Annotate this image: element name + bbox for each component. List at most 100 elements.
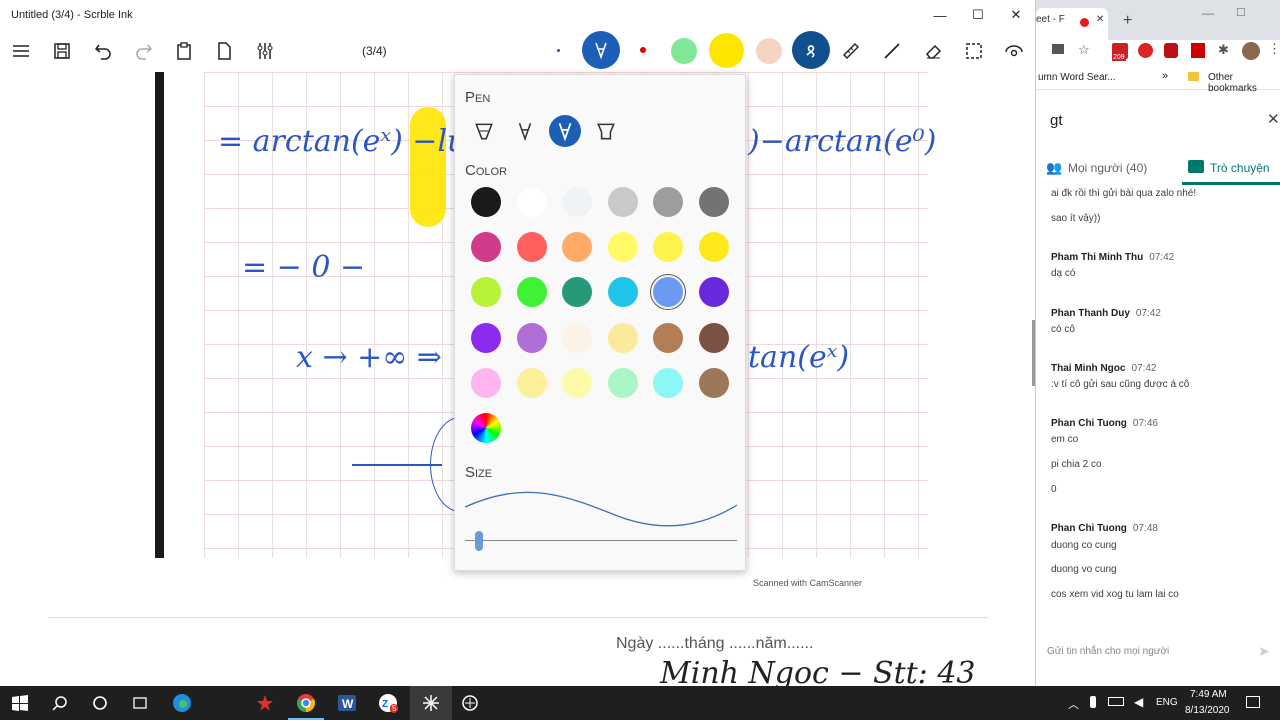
bookmarks-overflow-icon[interactable]: » [1162,70,1168,82]
color-swatch[interactable] [607,277,638,308]
camera-icon[interactable] [1052,44,1064,54]
color-swatch[interactable] [653,277,683,308]
bookmark-item[interactable]: umn Word Sear... [1038,72,1116,83]
color-swatch[interactable] [516,232,547,263]
profile-avatar[interactable] [1242,42,1260,60]
send-icon[interactable]: ➤ [1258,643,1270,660]
pen-tip-ballpoint-selected[interactable] [549,115,581,147]
language-indicator[interactable]: ENG [1156,697,1178,708]
tab-chat[interactable]: Trò chuyện [1210,161,1270,175]
color-swatch[interactable] [471,187,501,217]
color-swatch[interactable] [698,232,729,263]
custom-color-swatch[interactable] [471,413,501,443]
cortana-icon[interactable] [88,691,112,715]
new-tab-icon[interactable]: + [1123,12,1132,30]
color-swatch[interactable] [471,277,501,308]
selection-icon[interactable] [961,38,987,64]
battery-icon[interactable] [1108,697,1124,706]
meet-tab[interactable]: eet - F ✕ [1036,8,1108,40]
color-swatch[interactable] [562,322,592,353]
volume-icon[interactable]: ◀ [1134,695,1143,709]
scrollbar-thumb[interactable] [1032,320,1035,386]
media-app-icon[interactable] [458,691,482,715]
task-view-icon[interactable] [128,691,152,715]
ublock-icon[interactable] [1164,43,1178,58]
action-center-icon[interactable] [1246,696,1260,708]
eraser-icon[interactable] [920,38,946,64]
browser-minimize-button[interactable]: — [1202,6,1214,20]
undo-icon[interactable] [90,38,116,64]
color-swatch[interactable] [698,187,729,217]
line-tool-icon[interactable] [879,38,905,64]
pdf-extension-icon[interactable] [1191,43,1205,58]
save-icon[interactable] [49,38,75,64]
tab-close-icon[interactable]: ✕ [1096,14,1104,25]
color-swatch[interactable] [653,367,683,398]
pen-tip-calligraphy[interactable] [509,115,541,147]
browser-menu-icon[interactable]: ⋮ [1268,41,1280,57]
view-eye-icon[interactable] [1001,38,1027,64]
maximize-button[interactable]: ☐ [959,0,997,30]
pen-tip-fountain[interactable] [468,115,500,147]
size-slider-thumb[interactable] [474,531,483,551]
clock-time[interactable]: 7:49 AM [1190,689,1227,700]
color-swatch[interactable] [471,367,501,398]
other-bookmarks[interactable]: Other bookmarks [1208,72,1280,94]
color-swatch[interactable] [471,322,501,353]
stroke-preview [465,491,737,527]
edge-browser-icon[interactable] [170,691,194,715]
green-highlighter[interactable] [671,38,697,64]
color-swatch[interactable] [698,277,729,308]
chrome-icon[interactable] [294,691,318,715]
size-dot-small[interactable] [557,49,560,52]
clock-date[interactable]: 8/13/2020 [1185,705,1230,716]
color-swatch[interactable] [562,277,592,308]
panel-close-icon[interactable]: ✕ [1267,110,1280,128]
active-pen-button[interactable] [582,31,620,69]
word-icon[interactable]: W [335,691,359,715]
paste-icon[interactable] [171,38,197,64]
color-swatch[interactable] [471,232,501,263]
color-swatch[interactable] [698,322,729,353]
color-swatch[interactable] [653,187,683,217]
color-swatch[interactable] [653,232,683,263]
tab-people[interactable]: Mọi người (40) [1068,161,1147,175]
red-pen-dot[interactable] [640,47,646,53]
scribble-tool-button[interactable] [792,31,830,69]
color-swatch[interactable] [516,277,547,308]
color-swatch[interactable] [562,367,592,398]
color-swatch[interactable] [562,232,592,263]
hamburger-menu-icon[interactable] [8,38,34,64]
peach-highlighter[interactable] [756,38,782,64]
adblock-icon[interactable] [1138,43,1153,58]
color-swatch[interactable] [653,322,683,353]
color-swatch[interactable] [516,322,547,353]
tray-overflow-icon[interactable]: ︿ [1068,696,1079,712]
color-swatch[interactable] [698,367,729,398]
color-swatch[interactable] [607,367,638,398]
chat-input[interactable]: Gửi tin nhắn cho mọi người [1047,646,1169,657]
browser-maximize-button[interactable]: ☐ [1236,6,1246,19]
minimize-button[interactable]: — [921,0,959,30]
usb-device-icon[interactable] [1090,696,1096,708]
bookmark-star-icon[interactable]: ☆ [1078,42,1090,58]
start-windows-icon[interactable] [8,691,32,715]
color-swatch[interactable] [607,187,638,217]
pen-tip-marker[interactable] [590,115,622,147]
new-page-icon[interactable] [211,38,237,64]
redo-icon[interactable] [131,38,157,64]
color-swatch[interactable] [562,187,592,217]
color-swatch[interactable] [516,187,547,217]
color-swatch[interactable] [516,367,547,398]
color-swatch[interactable] [607,322,638,353]
scrble-ink-taskbar-active[interactable] [410,686,452,720]
app-red-star-icon[interactable] [253,691,277,715]
settings-sliders-icon[interactable] [252,38,278,64]
close-button[interactable]: ✕ [997,0,1035,30]
ruler-icon[interactable] [838,38,864,64]
yellow-highlighter[interactable] [709,33,744,68]
size-slider-track[interactable] [465,540,737,541]
search-icon[interactable] [48,691,72,715]
color-swatch[interactable] [607,232,638,263]
extensions-puzzle-icon[interactable]: ✱ [1218,42,1229,58]
